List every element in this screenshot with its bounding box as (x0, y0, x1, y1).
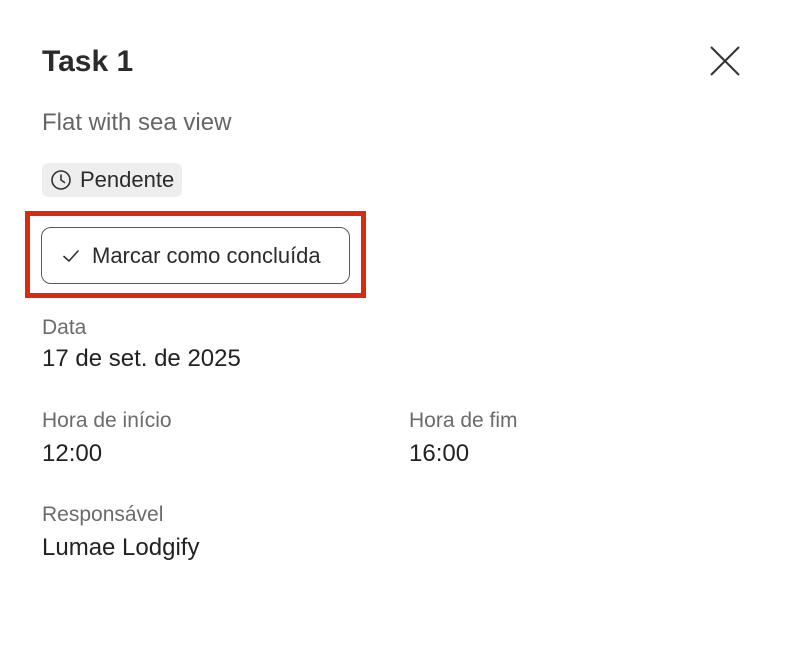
check-icon (62, 247, 80, 265)
mark-complete-button[interactable]: Marcar como concluída (41, 227, 350, 284)
close-icon (710, 46, 740, 76)
date-label: Data (42, 316, 87, 339)
assignee-label: Responsável (42, 503, 164, 526)
start-time-value: 12:00 (42, 440, 103, 467)
close-button[interactable] (706, 42, 744, 80)
mark-complete-label: Marcar como concluída (92, 242, 321, 268)
date-value: 17 de set. de 2025 (42, 345, 241, 372)
status-label: Pendente (80, 167, 175, 192)
end-time-value: 16:00 (409, 440, 470, 467)
status-badge: Pendente (42, 163, 183, 197)
clock-icon (50, 169, 72, 191)
end-time-label: Hora de fim (409, 409, 518, 432)
start-time-label: Hora de início (42, 409, 172, 432)
task-title: Task 1 (42, 45, 134, 78)
property-name: Flat with sea view (42, 109, 232, 136)
task-detail-panel: Task 1 Flat with sea view Pendente Marca… (0, 0, 790, 670)
assignee-value: Lumae Lodgify (42, 534, 200, 561)
